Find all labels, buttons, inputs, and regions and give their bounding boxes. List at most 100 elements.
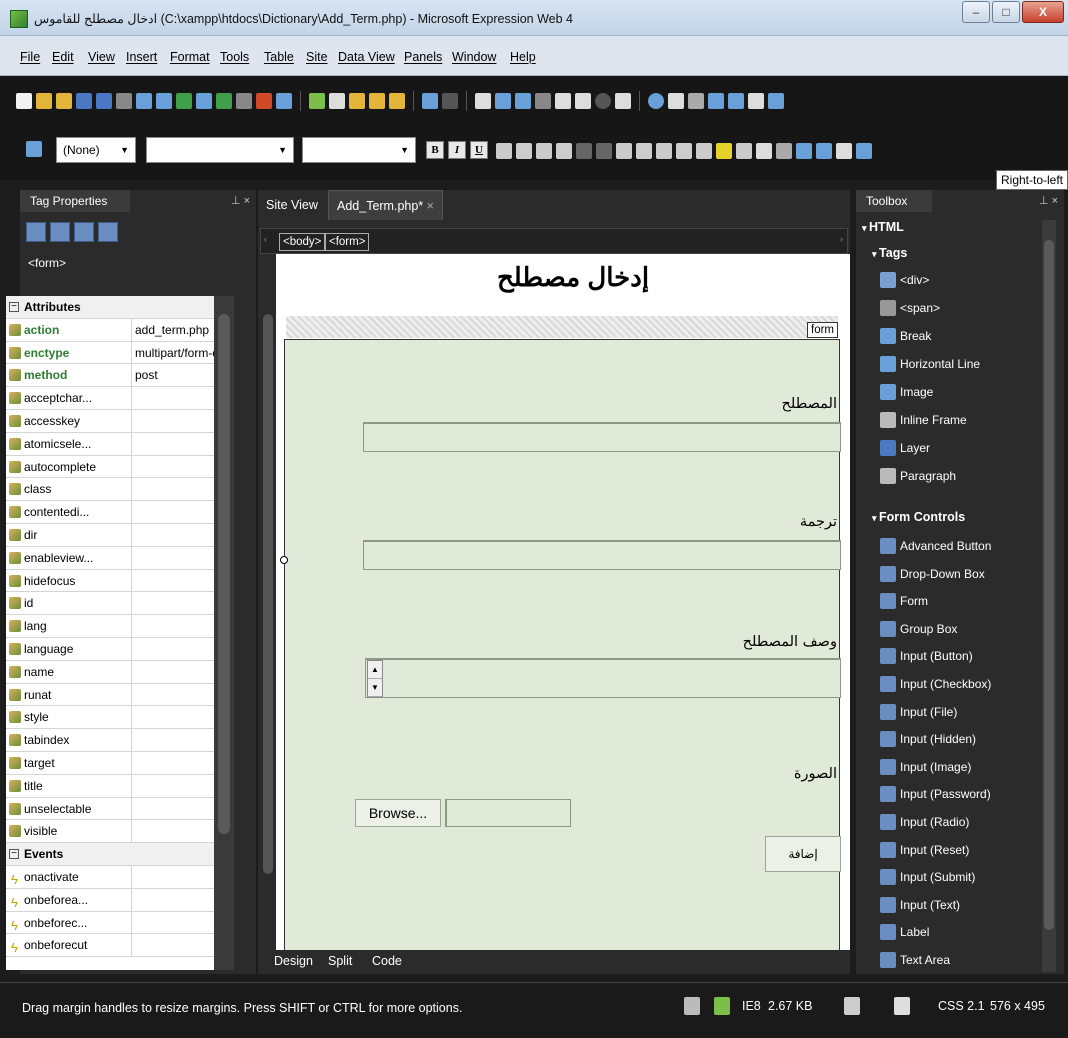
toolbox-item[interactable]: Break bbox=[880, 324, 931, 348]
property-row[interactable]: style bbox=[6, 706, 234, 730]
toolbox-scrollbar[interactable] bbox=[1042, 220, 1056, 972]
editor-vertical-scrollbar[interactable] bbox=[260, 254, 276, 950]
menu-panels[interactable]: Panels bbox=[404, 50, 442, 64]
undo-icon[interactable] bbox=[422, 93, 438, 109]
style-dropdown[interactable]: (None) ▼ bbox=[56, 137, 136, 163]
preview-icon[interactable] bbox=[136, 93, 152, 109]
css-version[interactable]: CSS 2.1 bbox=[938, 999, 985, 1013]
hyperlink-icon[interactable] bbox=[535, 93, 551, 109]
browse-button[interactable]: Browse... bbox=[355, 799, 441, 827]
menu-help[interactable]: Help bbox=[510, 50, 536, 64]
minimize-button[interactable]: – bbox=[962, 1, 990, 23]
web-icon[interactable] bbox=[196, 93, 212, 109]
visual-aids-icon[interactable] bbox=[684, 997, 700, 1015]
font-color-icon[interactable] bbox=[736, 143, 752, 159]
property-row[interactable]: unselectable bbox=[6, 797, 234, 821]
toolbox-item[interactable]: <span> bbox=[880, 296, 940, 320]
open-icon[interactable] bbox=[36, 93, 52, 109]
borders-icon[interactable] bbox=[696, 143, 712, 159]
arrow-left-icon[interactable] bbox=[728, 93, 744, 109]
rtl-icon[interactable] bbox=[688, 93, 704, 109]
menu-tools[interactable]: Tools bbox=[220, 50, 249, 64]
property-row[interactable]: acceptchar... bbox=[6, 387, 234, 410]
property-row[interactable]: dir bbox=[6, 523, 234, 547]
toolbox-item[interactable]: Input (Image) bbox=[880, 755, 971, 779]
layout-icon[interactable] bbox=[575, 93, 591, 109]
align-center-icon[interactable] bbox=[516, 143, 532, 159]
property-value[interactable]: add_term.php bbox=[132, 319, 216, 341]
property-value[interactable] bbox=[132, 410, 216, 432]
scroll-thumb[interactable] bbox=[1044, 240, 1054, 930]
tab-split[interactable]: Split bbox=[328, 954, 352, 968]
ltr-icon[interactable] bbox=[756, 143, 772, 159]
compatibility-icon[interactable] bbox=[714, 997, 730, 1015]
toolbox-item[interactable]: <div> bbox=[880, 268, 929, 292]
event-value[interactable] bbox=[132, 866, 216, 888]
property-value[interactable] bbox=[132, 706, 216, 728]
property-row[interactable]: contentedi... bbox=[6, 501, 234, 524]
scroll-right-icon[interactable]: › bbox=[840, 234, 843, 244]
paste-icon[interactable] bbox=[369, 93, 385, 109]
toolbox-group-form-controls[interactable]: ▾ Form Controls bbox=[872, 510, 965, 524]
down-arrow-icon[interactable]: ▼ bbox=[368, 679, 382, 697]
highlight-icon[interactable] bbox=[716, 143, 732, 159]
browser-version[interactable]: IE8 bbox=[742, 999, 761, 1013]
insert-picture-icon[interactable] bbox=[515, 93, 531, 109]
arrow-right-icon[interactable] bbox=[708, 93, 724, 109]
pin-close-icon[interactable]: ⊥ × bbox=[1039, 194, 1058, 207]
save-icon[interactable] bbox=[76, 93, 92, 109]
toolbox-item[interactable]: Horizontal Line bbox=[880, 352, 980, 376]
quick-tag-form[interactable]: <form> bbox=[325, 233, 370, 251]
menu-insert[interactable]: Insert bbox=[126, 50, 157, 64]
shrink-font-icon[interactable] bbox=[596, 143, 612, 159]
event-row[interactable]: ϟ onbeforec... bbox=[6, 911, 234, 935]
toolbox-item[interactable]: Paragraph bbox=[880, 464, 956, 488]
new-page-icon[interactable] bbox=[16, 93, 32, 109]
property-row[interactable]: atomicsele... bbox=[6, 432, 234, 456]
align-right-icon[interactable] bbox=[536, 143, 552, 159]
event-value[interactable] bbox=[132, 889, 216, 911]
page-rtl-icon[interactable] bbox=[768, 93, 784, 109]
tag-properties-tab[interactable]: Tag Properties bbox=[20, 190, 130, 212]
quick-tag-body[interactable]: <body> bbox=[279, 233, 326, 251]
properties-icon[interactable] bbox=[98, 222, 118, 242]
property-value[interactable] bbox=[132, 752, 216, 774]
property-row[interactable]: action add_term.php bbox=[6, 318, 234, 342]
property-value[interactable] bbox=[132, 615, 216, 637]
sharepoint-icon[interactable] bbox=[256, 93, 272, 109]
property-value[interactable] bbox=[132, 501, 216, 523]
categorized-icon[interactable] bbox=[26, 222, 46, 242]
ltr-icon[interactable] bbox=[668, 93, 684, 109]
property-value[interactable] bbox=[132, 570, 216, 592]
open-site-icon[interactable] bbox=[56, 93, 72, 109]
property-row[interactable]: autocomplete bbox=[6, 455, 234, 479]
property-value[interactable] bbox=[132, 478, 216, 500]
event-value[interactable] bbox=[132, 934, 216, 956]
size-dropdown[interactable]: ▼ bbox=[302, 137, 416, 163]
scroll-left-icon[interactable]: ‹ bbox=[264, 234, 267, 244]
property-row[interactable]: tabindex bbox=[6, 729, 234, 752]
bookmark-icon[interactable] bbox=[555, 93, 571, 109]
page-icon[interactable] bbox=[836, 143, 852, 159]
menu-table[interactable]: Table bbox=[264, 50, 294, 64]
schema-icon[interactable] bbox=[844, 997, 860, 1015]
event-row[interactable]: ϟ onbeforecut bbox=[6, 934, 234, 958]
event-row[interactable]: ϟ onbeforea... bbox=[6, 888, 234, 912]
submit-button[interactable]: إضافة bbox=[765, 836, 841, 872]
bold-button[interactable]: B bbox=[426, 141, 444, 159]
up-arrow-icon[interactable]: ▲ bbox=[368, 661, 382, 679]
property-value[interactable] bbox=[132, 638, 216, 660]
property-row[interactable]: name bbox=[6, 660, 234, 684]
maximize-button[interactable]: □ bbox=[992, 1, 1020, 23]
tab-code[interactable]: Code bbox=[372, 954, 402, 968]
cut-icon[interactable] bbox=[329, 93, 345, 109]
page-dimensions[interactable]: 576 x 495 bbox=[990, 999, 1045, 1013]
underline-button[interactable]: U bbox=[470, 141, 488, 159]
property-value[interactable] bbox=[132, 729, 216, 751]
pin-close-icon[interactable]: ⊥ × bbox=[231, 194, 250, 207]
publish-icon[interactable] bbox=[156, 93, 172, 109]
description-textarea[interactable] bbox=[365, 658, 841, 698]
form-tag-label[interactable]: form bbox=[807, 322, 838, 338]
property-scrollbar[interactable] bbox=[214, 296, 234, 970]
property-row[interactable]: method post bbox=[6, 364, 234, 388]
